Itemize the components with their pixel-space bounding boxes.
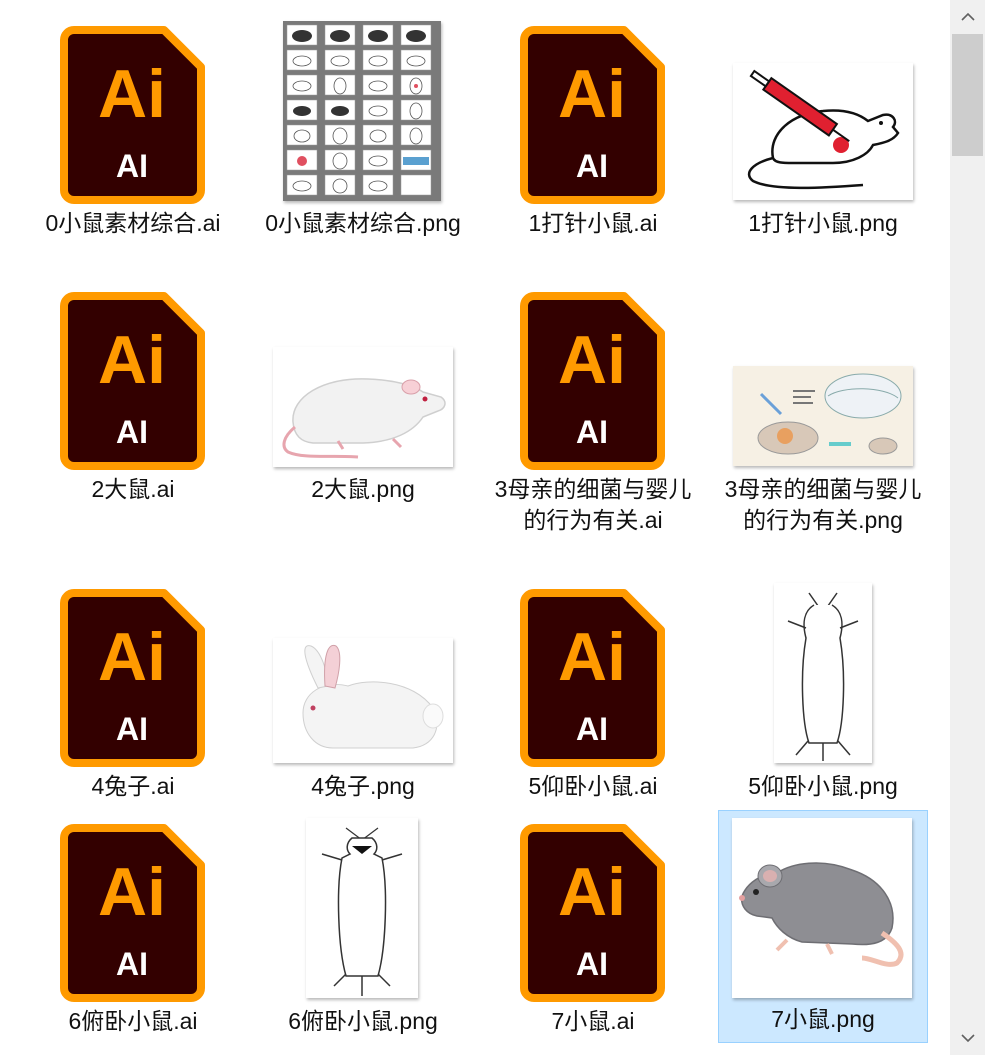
file-thumbnail: Ai AI [29,15,237,205]
white-rat-thumb [282,378,446,459]
file-item[interactable]: Ai AI 6俯卧小鼠.ai [28,812,238,1042]
file-item[interactable]: 2大鼠.png [258,280,468,510]
microbiome-diagram-thumb [757,373,902,455]
file-thumbnail: Ai AI [29,578,237,768]
image-thumbnail [283,21,441,201]
file-item[interactable]: 0小鼠素材综合.png [258,14,468,274]
chevron-down-icon [960,1034,975,1043]
image-thumbnail [273,638,453,763]
file-thumbnail [719,811,927,1001]
file-item[interactable]: 3母亲的细菌与婴儿的行为有关.png [718,280,928,570]
file-item[interactable]: Ai AI 5仰卧小鼠.ai [488,577,698,807]
scroll-up-button[interactable] [950,0,985,34]
file-thumbnail [259,813,467,1003]
file-thumbnail [259,281,467,471]
svg-text:AI: AI [116,711,148,747]
mouse-injection-thumb [747,69,900,190]
supine-mouse-thumb [787,592,859,761]
file-item[interactable]: Ai AI 4兔子.ai [28,577,238,807]
image-thumbnail [774,583,872,763]
svg-text:Ai: Ai [98,854,166,930]
svg-text:AI: AI [576,711,608,747]
file-item[interactable]: 4兔子.png [258,577,468,807]
vertical-scrollbar[interactable] [950,0,985,1055]
file-name: 1打针小鼠.ai [528,210,658,236]
chevron-up-icon [960,12,975,21]
illustrator-file-icon: Ai AI [60,824,205,1002]
illustrator-file-icon: Ai AI [520,26,665,204]
file-name: 6俯卧小鼠.png [288,1008,438,1034]
svg-text:Ai: Ai [98,619,166,695]
file-name: 7小鼠.ai [551,1008,635,1034]
file-thumbnail: Ai AI [489,813,697,1003]
file-name: 0小鼠素材综合.ai [45,210,221,236]
image-thumbnail [733,366,913,466]
file-item[interactable]: 5仰卧小鼠.png [718,577,928,807]
file-item[interactable]: Ai AI 1打针小鼠.ai [488,14,698,244]
file-thumbnail: Ai AI [489,281,697,471]
file-name: 5仰卧小鼠.png [748,773,898,799]
file-thumbnail [719,578,927,768]
illustrator-file-icon: Ai AI [60,26,205,204]
svg-text:Ai: Ai [98,322,166,398]
scroll-down-button[interactable] [950,1021,985,1055]
file-name: 3母亲的细菌与婴儿的行为有关.png [724,476,922,533]
file-name: 4兔子.png [311,773,415,799]
file-item[interactable]: Ai AI 2大鼠.ai [28,280,238,510]
file-name: 2大鼠.ai [91,476,175,502]
svg-text:Ai: Ai [98,56,166,132]
scrollbar-thumb[interactable] [952,34,983,156]
file-name: 2大鼠.png [311,476,415,502]
rabbit-thumb [302,644,444,749]
file-name: 6俯卧小鼠.ai [68,1008,198,1034]
image-thumbnail [273,347,453,467]
svg-text:AI: AI [116,946,148,982]
file-thumbnail: Ai AI [489,15,697,205]
file-thumbnail: Ai AI [29,813,237,1003]
file-item-selected[interactable]: 7小鼠.png [718,810,928,1043]
svg-text:Ai: Ai [558,854,626,930]
illustrator-file-icon: Ai AI [60,292,205,470]
file-item[interactable]: Ai AI 0小鼠素材综合.ai [28,14,238,244]
file-name: 0小鼠素材综合.png [265,210,461,236]
illustrator-file-icon: Ai AI [520,824,665,1002]
image-thumbnail [306,818,418,998]
file-item[interactable]: Ai AI 3母亲的细菌与婴儿的行为有关.ai [488,280,698,540]
file-thumbnail [259,578,467,768]
file-item[interactable]: 1打针小鼠.png [718,14,928,244]
illustrator-file-icon: Ai AI [520,292,665,470]
svg-text:AI: AI [576,414,608,450]
file-thumbnail [719,15,927,205]
file-thumbnail: Ai AI [489,578,697,768]
file-name: 7小鼠.png [771,1006,875,1032]
file-item[interactable]: Ai AI 7小鼠.ai [488,812,698,1042]
file-thumbnail: Ai AI [29,281,237,471]
svg-text:AI: AI [576,946,608,982]
file-name: 5仰卧小鼠.ai [528,773,658,799]
svg-text:AI: AI [576,148,608,184]
file-name: 1打针小鼠.png [748,210,898,236]
svg-text:Ai: Ai [558,322,626,398]
file-grid: Ai AI 0小鼠素材综合.ai 0小鼠素材综合.png Ai AI 1打针小鼠… [0,0,950,1055]
grey-mouse-thumb [739,862,904,967]
svg-text:AI: AI [116,414,148,450]
image-thumbnail [732,818,912,998]
file-name: 3母亲的细菌与婴儿的行为有关.ai [494,476,692,533]
svg-text:Ai: Ai [558,619,626,695]
prone-mouse-thumb [321,827,403,996]
illustrator-file-icon: Ai AI [60,589,205,767]
svg-text:Ai: Ai [558,56,626,132]
svg-text:AI: AI [116,148,148,184]
file-thumbnail [719,281,927,471]
file-item[interactable]: 6俯卧小鼠.png [258,812,468,1042]
file-name: 4兔子.ai [91,773,175,799]
image-thumbnail [733,63,913,200]
sticker-sheet-thumb [286,24,432,196]
file-thumbnail [259,15,467,205]
illustrator-file-icon: Ai AI [520,589,665,767]
